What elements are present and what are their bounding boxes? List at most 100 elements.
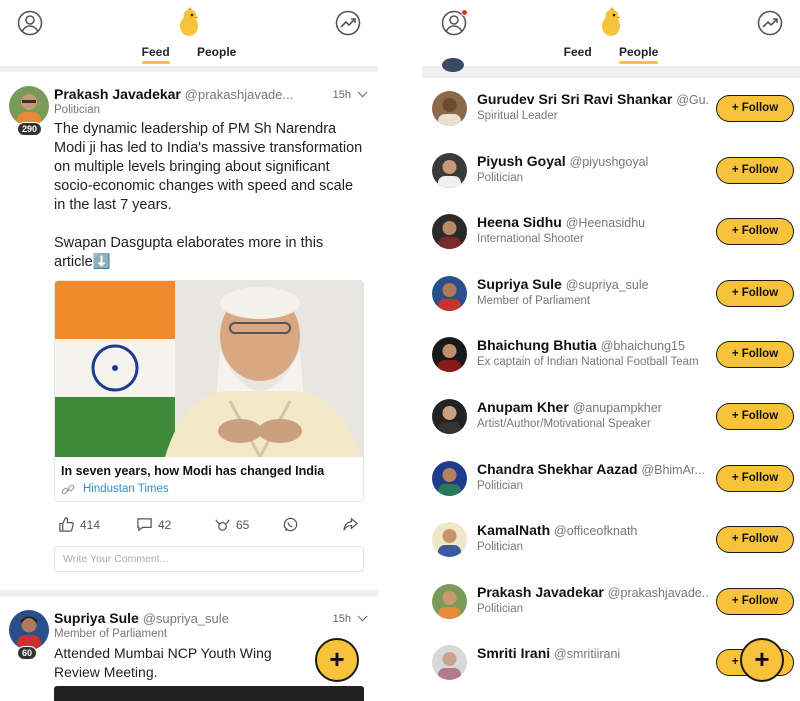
create-post-fab[interactable]: + [740, 638, 784, 682]
person-name[interactable]: Prakash Javadekar [477, 584, 604, 600]
person-name[interactable]: Supriya Sule [477, 276, 562, 292]
person-info: Gurudev Sri Sri Ravi Shankar @Gu... Spir… [477, 91, 709, 122]
post-actions: 414 42 65 [54, 502, 366, 546]
person-handle[interactable]: @smritiirani [554, 647, 620, 661]
follow-button[interactable]: + Follow [716, 587, 794, 615]
avatar[interactable] [432, 214, 467, 250]
person-info: Heena Sidhu @Heenasidhu International Sh… [477, 214, 709, 245]
feed-post: 290 Prakash Javadekar @prakashjavade... … [0, 72, 378, 572]
author-name[interactable]: Supriya Sule [54, 610, 139, 626]
chevron-down-icon[interactable] [357, 87, 368, 98]
person-name[interactable]: Chandra Shekhar Aazad [477, 461, 638, 477]
tab-feed[interactable]: Feed [564, 45, 592, 59]
follow-button[interactable]: + Follow [716, 464, 794, 492]
link-card[interactable]: In seven years, how Modi has changed Ind… [54, 280, 364, 502]
author-line: Supriya Sule @supriya_sule [54, 610, 366, 626]
create-post-fab[interactable]: + [315, 638, 359, 682]
person-name-line: Smriti Irani @smritiirani [477, 645, 709, 661]
people-screen: Feed People Gurudev Sri Sri Ravi Shankar… [422, 0, 800, 701]
whatsapp-share-button[interactable] [282, 516, 299, 533]
tab-people[interactable]: People [197, 45, 236, 59]
people-list-item[interactable]: Gurudev Sri Sri Ravi Shankar @Gu... Spir… [422, 78, 800, 140]
people-list-item[interactable]: Piyush Goyal @piyushgoyal Politician + F… [422, 140, 800, 202]
divider [0, 590, 378, 597]
like-button[interactable]: 414 [58, 516, 100, 533]
person-name[interactable]: Gurudev Sri Sri Ravi Shankar [477, 91, 672, 107]
follow-button[interactable]: + Follow [716, 218, 794, 246]
person-handle[interactable]: @Gu... [676, 93, 709, 107]
avatar[interactable] [432, 337, 467, 373]
video-preview[interactable] [54, 686, 364, 701]
notification-dot [461, 9, 468, 16]
rekoo-count: 65 [236, 517, 250, 532]
top-tabs: Feed People [422, 45, 800, 64]
post-time[interactable]: 15h [333, 611, 368, 625]
follow-button[interactable]: + Follow [716, 95, 794, 122]
person-info: Prakash Javadekar @prakashjavade... Poli… [477, 584, 709, 615]
avatar[interactable] [432, 522, 467, 558]
avatar[interactable] [432, 583, 467, 619]
person-name[interactable]: Heena Sidhu [477, 214, 562, 230]
person-name[interactable]: Anupam Kher [477, 399, 569, 415]
post-time[interactable]: 15h [333, 87, 368, 101]
author-handle[interactable]: @prakashjavade... [185, 87, 294, 102]
avatar[interactable] [432, 398, 467, 434]
author-handle[interactable]: @supriya_sule [143, 611, 229, 626]
person-handle[interactable]: @anupampkher [573, 401, 662, 415]
people-list-item[interactable]: Supriya Sule @supriya_sule Member of Par… [422, 263, 800, 325]
person-handle[interactable]: @supriya_sule [566, 278, 649, 292]
avatar[interactable] [432, 275, 467, 311]
koo-logo[interactable] [176, 7, 202, 37]
article-source[interactable]: Hindustan Times [55, 480, 363, 501]
person-name-line: KamalNath @officeofknath [477, 522, 709, 538]
koo-logo[interactable] [598, 7, 624, 37]
follow-button[interactable]: + Follow [716, 526, 794, 554]
profile-icon[interactable] [441, 9, 468, 36]
rekoo-button[interactable]: 65 [214, 516, 249, 533]
whatsapp-icon [283, 517, 298, 532]
people-list-item[interactable]: Chandra Shekhar Aazad @BhimAr... Politic… [422, 448, 800, 510]
tab-feed[interactable]: Feed [141, 45, 170, 64]
chevron-down-icon[interactable] [357, 611, 368, 622]
share-button[interactable] [342, 516, 359, 533]
koo-count-badge: 60 [17, 646, 38, 660]
person-info: Chandra Shekhar Aazad @BhimAr... Politic… [477, 461, 709, 492]
profile-icon[interactable] [17, 10, 43, 36]
comment-icon [137, 518, 152, 532]
people-list-item[interactable]: Bhaichung Bhutia @bhaichung15 Ex captain… [422, 324, 800, 386]
follow-button[interactable]: + Follow [716, 341, 794, 369]
person-handle[interactable]: @prakashjavade... [608, 586, 709, 600]
people-list-item[interactable]: KamalNath @officeofknath Politician + Fo… [422, 509, 800, 571]
avatar[interactable] [432, 645, 467, 681]
person-name[interactable]: KamalNath [477, 522, 550, 538]
avatar[interactable] [432, 91, 467, 126]
person-name[interactable]: Piyush Goyal [477, 153, 566, 169]
person-name[interactable]: Bhaichung Bhutia [477, 337, 597, 353]
person-handle[interactable]: @BhimAr... [641, 463, 704, 477]
source-label: Hindustan Times [83, 483, 169, 495]
person-name[interactable]: Smriti Irani [477, 645, 550, 661]
follow-button[interactable]: + Follow [716, 156, 794, 184]
avatar[interactable] [432, 460, 467, 496]
author-role: Member of Parliament [54, 628, 168, 640]
people-list-item[interactable]: Heena Sidhu @Heenasidhu International Sh… [422, 201, 800, 263]
avatar[interactable] [9, 610, 49, 650]
trending-icon[interactable] [335, 10, 361, 36]
person-handle[interactable]: @officeofknath [554, 524, 637, 538]
person-handle[interactable]: @piyushgoyal [570, 155, 649, 169]
author-name[interactable]: Prakash Javadekar [54, 86, 181, 102]
post-text: The dynamic leadership of PM Sh Narendra… [54, 121, 363, 270]
follow-button[interactable]: + Follow [716, 279, 794, 307]
comment-button[interactable]: 42 [136, 516, 171, 533]
avatar[interactable] [432, 152, 467, 188]
avatar[interactable] [9, 86, 49, 126]
people-list-item[interactable]: Prakash Javadekar @prakashjavade... Poli… [422, 571, 800, 633]
tab-people[interactable]: People [619, 45, 659, 64]
people-list-item[interactable]: Anupam Kher @anupampkher Artist/Author/M… [422, 386, 800, 448]
trending-icon[interactable] [757, 10, 783, 36]
comment-input[interactable]: Write Your Comment... [54, 546, 364, 572]
person-handle[interactable]: @bhaichung15 [601, 339, 685, 353]
post-text: Attended Mumbai NCP Youth Wing Review Me… [54, 645, 272, 680]
person-handle[interactable]: @Heenasidhu [566, 216, 645, 230]
follow-button[interactable]: + Follow [716, 402, 794, 430]
